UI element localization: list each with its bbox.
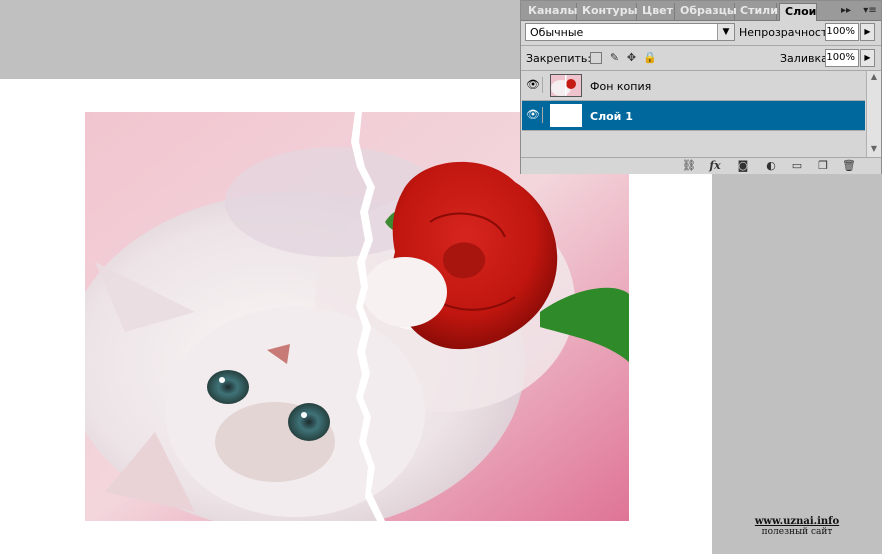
watermark: www.uznai.info полезный сайт	[742, 516, 852, 538]
layer-name: Слой 1	[590, 110, 633, 123]
layers-scrollbar[interactable]: ▲ ▼	[866, 71, 881, 157]
lock-transparency-icon[interactable]	[590, 52, 602, 64]
fill-input[interactable]: 100%	[825, 49, 859, 67]
adjustment-icon[interactable]: ◐	[763, 159, 779, 173]
lock-label: Закрепить:	[526, 52, 592, 65]
chevron-down-icon: ▼	[717, 24, 734, 40]
trash-icon[interactable]: 🗑	[841, 159, 857, 173]
mask-icon[interactable]: ◙	[735, 159, 751, 173]
fx-icon[interactable]: fx	[707, 159, 723, 173]
blend-mode-value: Обычные	[530, 26, 584, 39]
layer-thumbnail	[550, 104, 582, 127]
panel-menu-icon[interactable]: ▾≡	[861, 3, 879, 19]
watermark-subtitle: полезный сайт	[761, 527, 833, 537]
layers-panel-footer: ⛓ fx ◙ ◐ ▭ ❐ 🗑	[521, 157, 881, 174]
tab-channels[interactable]: Каналы	[523, 3, 577, 20]
new-layer-icon[interactable]: ❐	[815, 159, 831, 173]
photo-thumbnail-icon	[551, 75, 581, 96]
tab-paths[interactable]: Контуры	[577, 3, 638, 20]
tab-layers[interactable]: Слои	[779, 3, 817, 21]
eye-icon[interactable]: 👁	[524, 77, 543, 93]
fill-label: Заливка:	[780, 52, 832, 65]
tab-styles[interactable]: Стили	[735, 3, 778, 20]
opacity-label: Непрозрачность:	[739, 26, 838, 39]
eye-icon[interactable]: 👁	[524, 107, 543, 123]
lock-pixels-brush-icon[interactable]: ✎	[608, 51, 621, 64]
scroll-down-icon[interactable]: ▼	[867, 143, 881, 155]
blend-mode-select[interactable]: Обычные ▼	[525, 23, 735, 41]
opacity-slider-button[interactable]: ▶	[860, 23, 875, 41]
layer-row-layer-1[interactable]: 👁 Слой 1	[522, 101, 865, 131]
watermark-url: www.uznai.info	[754, 516, 840, 527]
panel-tab-bar: Каналы Контуры Цвет Образцы Стили Слои ▸…	[521, 1, 881, 21]
layer-row-background-copy[interactable]: 👁 Фон копия	[522, 71, 865, 101]
opacity-input[interactable]: 100%	[825, 23, 859, 41]
panel-expand-icon[interactable]: ▸▸	[835, 3, 857, 19]
layers-list: 👁 Фон копия 👁 Слой 1	[522, 71, 865, 157]
layer-thumbnail	[550, 74, 582, 97]
link-icon[interactable]: ⛓	[681, 159, 697, 173]
divider	[521, 45, 881, 46]
tab-color[interactable]: Цвет	[637, 3, 675, 20]
lock-position-move-icon[interactable]: ✥	[625, 51, 638, 64]
layers-panel: Каналы Контуры Цвет Образцы Стили Слои ▸…	[520, 0, 882, 174]
layer-name: Фон копия	[590, 80, 652, 93]
tab-swatches[interactable]: Образцы	[675, 3, 737, 20]
fill-slider-button[interactable]: ▶	[860, 49, 875, 67]
folder-icon[interactable]: ▭	[789, 159, 805, 173]
scroll-up-icon[interactable]: ▲	[867, 71, 881, 83]
lock-all-icon[interactable]: 🔒	[643, 51, 657, 64]
